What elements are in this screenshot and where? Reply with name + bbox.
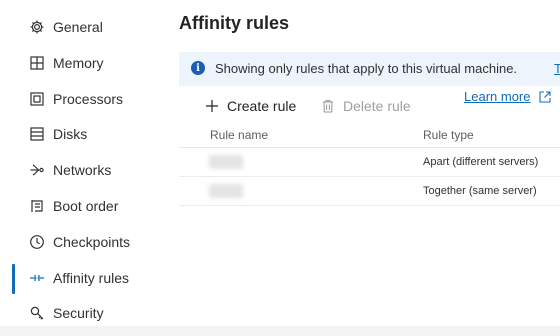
sidebar-item-security[interactable]: Security xyxy=(0,297,170,329)
sidebar-item-label: Affinity rules xyxy=(53,270,129,286)
column-header-rule-name[interactable]: Rule name xyxy=(210,128,268,142)
sidebar-item-label: Disks xyxy=(53,126,88,142)
sidebar-item-processors[interactable]: Processors xyxy=(0,83,170,115)
active-indicator xyxy=(12,264,15,294)
grid-header: Rule name Rule type xyxy=(179,122,560,148)
sidebar-item-label: Boot order xyxy=(53,198,119,214)
page-title: Affinity rules xyxy=(179,13,290,33)
bottom-edge xyxy=(0,326,560,336)
learn-more-label: Learn more xyxy=(464,89,531,104)
trash-icon xyxy=(320,98,336,114)
sidebar-item-memory[interactable]: Memory xyxy=(0,47,170,79)
info-icon: i xyxy=(191,61,205,75)
sidebar-item-affinity-rules[interactable]: Affinity rules xyxy=(0,262,170,294)
delete-rule-button[interactable]: Delete rule xyxy=(320,95,411,117)
memory-icon xyxy=(28,54,46,72)
create-rule-label: Create rule xyxy=(227,98,297,114)
rule-name-redacted xyxy=(209,184,243,198)
table-row[interactable]: Together (same server) xyxy=(179,177,560,206)
rule-name-redacted xyxy=(209,155,243,169)
sidebar-item-label: Security xyxy=(53,305,104,321)
processor-icon xyxy=(28,90,46,108)
delete-rule-label: Delete rule xyxy=(343,98,411,114)
gear-icon xyxy=(28,18,46,36)
rule-type-cell: Apart (different servers) xyxy=(423,156,539,168)
network-icon xyxy=(28,161,46,179)
sidebar-item-label: General xyxy=(53,19,103,35)
rule-type-cell: Together (same server) xyxy=(423,185,537,197)
key-icon xyxy=(28,304,46,322)
settings-sidebar: General Memory Processors Disks Networks… xyxy=(0,0,170,336)
sidebar-item-label: Networks xyxy=(53,162,112,178)
table-row[interactable]: Apart (different servers) xyxy=(179,148,560,177)
sidebar-item-general[interactable]: General xyxy=(0,11,170,43)
learn-more-link[interactable]: Learn more xyxy=(464,89,552,104)
sidebar-item-disks[interactable]: Disks xyxy=(0,118,170,150)
info-message-text: Showing only rules that apply to this vi… xyxy=(215,61,518,76)
sidebar-item-boot-order[interactable]: Boot order xyxy=(0,190,170,222)
sidebar-item-checkpoints[interactable]: Checkpoints xyxy=(0,226,170,258)
disks-icon xyxy=(28,125,46,143)
sidebar-item-networks[interactable]: Networks xyxy=(0,154,170,186)
column-header-rule-type[interactable]: Rule type xyxy=(423,128,474,142)
boot-order-icon xyxy=(28,197,46,215)
sidebar-item-label: Processors xyxy=(53,91,124,107)
info-message-bar: i Showing only rules that apply to this … xyxy=(179,52,560,86)
affinity-rules-panel: Affinity rules i Showing only rules that… xyxy=(170,0,560,336)
sidebar-item-label: Memory xyxy=(53,55,104,71)
affinity-icon xyxy=(28,269,46,287)
clock-icon xyxy=(28,233,46,251)
create-rule-button[interactable]: Create rule xyxy=(204,95,296,117)
plus-icon xyxy=(204,98,220,114)
info-message-link[interactable]: To xyxy=(554,61,560,76)
sidebar-item-label: Checkpoints xyxy=(53,234,131,250)
external-link-icon xyxy=(538,90,552,104)
